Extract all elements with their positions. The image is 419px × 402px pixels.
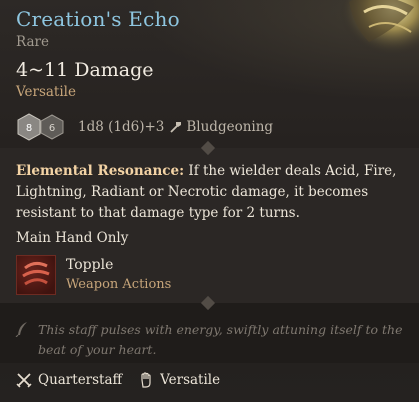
flavor-text: This staff pulses with energy, swiftly a…: [38, 322, 403, 357]
item-footer: Quarterstaff Versatile: [16, 372, 220, 388]
die-d6-label: 6: [49, 123, 55, 134]
damage-roll: 1d8 (1d6)+3: [78, 119, 165, 135]
item-tooltip: Creation's Echo Rare 4~11 Damage Versati…: [0, 0, 419, 402]
action-category: Weapon Actions: [66, 277, 172, 292]
topple-glyph-icon: [22, 261, 50, 286]
resonance-label: Elemental Resonance:: [16, 163, 185, 179]
hand-icon: [141, 372, 151, 388]
item-damage: 4~11 Damage: [16, 59, 154, 81]
weapon-type: Quarterstaff: [38, 372, 123, 388]
item-rarity: Rare: [16, 34, 49, 50]
restriction-text: Main Hand Only: [16, 230, 129, 246]
topple-icon[interactable]: [16, 255, 56, 295]
hammer-icon: [170, 122, 182, 133]
item-portrait-icon: [339, 0, 419, 60]
damage-type: Bludgeoning: [186, 119, 274, 135]
feather-icon: [15, 322, 27, 337]
dice-icon: 8 6: [17, 113, 64, 141]
resonance-description: Elemental Resonance: If the wielder deal…: [16, 161, 408, 224]
tooltip-header: Creation's Echo Rare 4~11 Damage Versati…: [0, 0, 419, 148]
item-name: Creation's Echo: [16, 7, 180, 31]
die-d8-label: 8: [26, 123, 32, 134]
weapon-property: Versatile: [160, 372, 221, 388]
crossed-swords-icon: [16, 373, 32, 388]
damage-roll-row: 8 6 1d8 (1d6)+3 Bludgeoning: [16, 113, 273, 141]
action-name: Topple: [66, 257, 114, 273]
item-property-tag: Versatile: [16, 84, 76, 100]
